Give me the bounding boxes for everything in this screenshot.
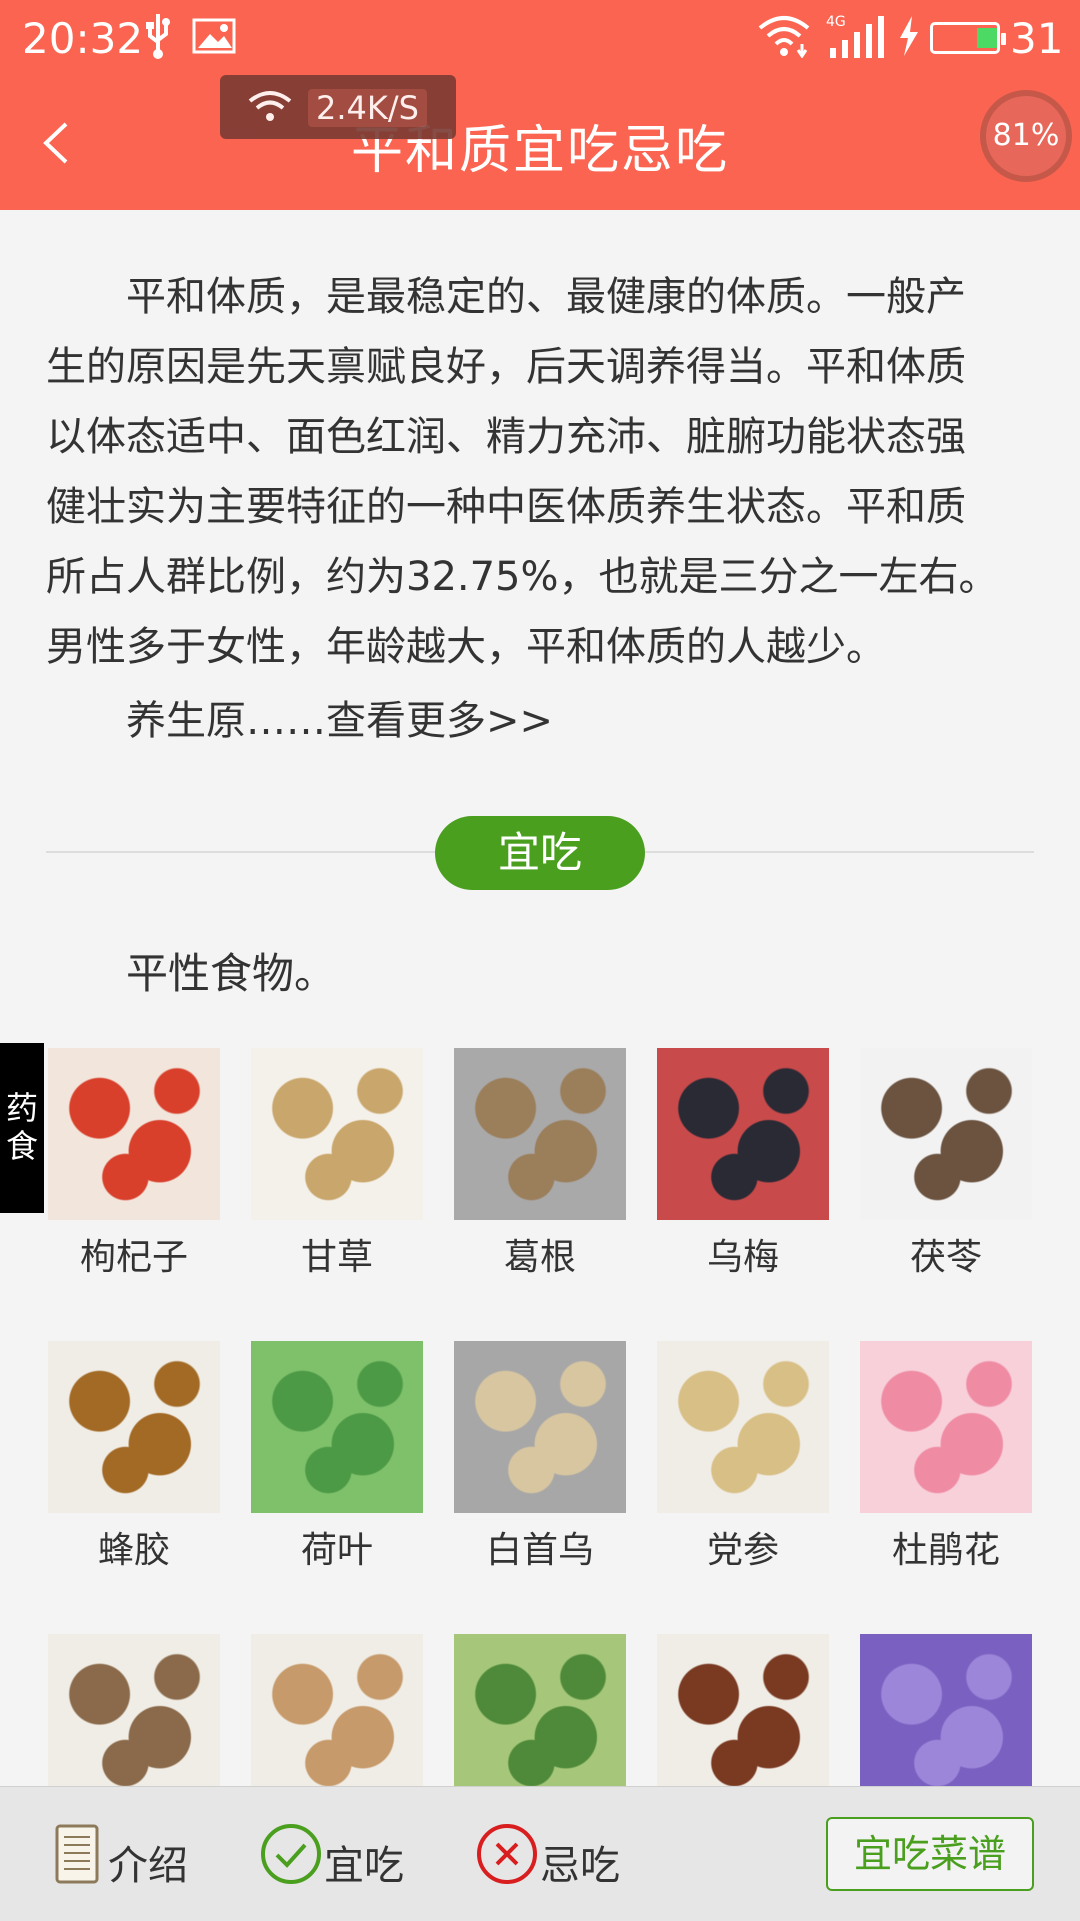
food-thumbnail xyxy=(657,1634,829,1806)
food-item[interactable] xyxy=(251,1634,423,1806)
food-name: 枸杞子 xyxy=(79,1237,188,1278)
food-thumbnail xyxy=(860,1341,1032,1513)
food-thumbnail xyxy=(454,1634,626,1806)
intro-line: 平和体质，是最稳定的、最健康的体质。一般产 xyxy=(126,274,966,320)
food-thumbnail xyxy=(860,1634,1032,1806)
image-notification-icon xyxy=(192,18,236,54)
food-item[interactable]: 白首乌 xyxy=(454,1341,626,1573)
food-item[interactable] xyxy=(657,1634,829,1806)
intro-line: 健壮实为主要特征的一种中医体质养生状态。平和质 xyxy=(46,484,966,530)
usb-icon xyxy=(146,14,170,59)
food-thumbnail xyxy=(657,1048,829,1220)
food-name: 甘草 xyxy=(300,1237,373,1278)
view-more-link[interactable]: 养生原……查看更多>> xyxy=(126,688,553,746)
food-thumbnail xyxy=(657,1341,829,1513)
nav-yichi[interactable]: 宜吃 xyxy=(260,1823,410,1889)
page-title: 平和质宜吃忌吃 xyxy=(350,121,729,181)
food-name: 党参 xyxy=(706,1530,779,1571)
battery-level: 31 xyxy=(1010,14,1064,63)
status-time: 20:32 xyxy=(22,14,144,63)
food-name: 葛根 xyxy=(503,1237,576,1278)
yichi-section-badge: 宜吃 xyxy=(435,816,645,890)
x-circle-icon xyxy=(477,1824,537,1884)
food-thumbnail xyxy=(48,1048,220,1220)
food-item[interactable]: 乌梅 xyxy=(657,1048,829,1280)
wifi-icon xyxy=(248,91,292,121)
food-item[interactable]: 党参 xyxy=(657,1341,829,1573)
food-thumbnail xyxy=(48,1341,220,1513)
bottom-navigation: 介绍 宜吃 忌吃 宜吃菜谱 xyxy=(0,1786,1080,1921)
intro-line: 所占人群比例，约为32.75%，也就是三分之一左右。 xyxy=(46,554,999,600)
food-item[interactable]: 蜂胶 xyxy=(48,1341,220,1573)
nav-jichi[interactable]: 忌吃 xyxy=(476,1823,626,1889)
yaoshi-side-tab[interactable]: 药 食 xyxy=(0,1043,44,1213)
floating-ring-widget[interactable]: 81% xyxy=(980,90,1072,182)
recipe-button[interactable]: 宜吃菜谱 xyxy=(826,1817,1034,1891)
food-name: 杜鹃花 xyxy=(891,1530,1000,1571)
food-item[interactable]: 茯苓 xyxy=(860,1048,1032,1280)
network-speed: 2.4K/S xyxy=(308,89,427,127)
food-thumbnail xyxy=(251,1634,423,1806)
food-name: 乌梅 xyxy=(706,1237,779,1278)
food-name: 荷叶 xyxy=(300,1530,373,1571)
food-thumbnail xyxy=(454,1048,626,1220)
status-bar: 20:32 4G 31 xyxy=(0,0,1080,74)
intro-line: 男性多于女性，年龄越大，平和体质的人越少。 xyxy=(46,624,886,670)
food-thumbnail xyxy=(251,1341,423,1513)
food-thumbnail xyxy=(860,1048,1032,1220)
food-item[interactable] xyxy=(454,1634,626,1806)
battery-fill xyxy=(977,28,997,48)
food-name: 茯苓 xyxy=(909,1237,982,1278)
food-item[interactable]: 荷叶 xyxy=(251,1341,423,1573)
food-thumbnail xyxy=(48,1634,220,1806)
intro-line: 生的原因是先天禀赋良好，后天调养得当。平和体质 xyxy=(46,344,966,390)
side-tab-char: 药 xyxy=(5,1089,38,1127)
food-name: 蜂胶 xyxy=(97,1530,170,1571)
food-item[interactable]: 甘草 xyxy=(251,1048,423,1280)
food-thumbnail xyxy=(251,1048,423,1220)
battery-icon xyxy=(930,22,1006,54)
food-item[interactable]: 杜鹃花 xyxy=(860,1341,1032,1573)
nav-jichi-label: 忌吃 xyxy=(540,1843,620,1889)
food-thumbnail xyxy=(454,1341,626,1513)
food-item[interactable]: 枸杞子 xyxy=(48,1048,220,1280)
check-circle-icon xyxy=(261,1824,321,1884)
side-tab-char: 食 xyxy=(5,1127,38,1165)
intro-line: 以体态适中、面色红润、精力充沛、脏腑功能状态强 xyxy=(46,414,966,460)
section-subtitle: 平性食物。 xyxy=(126,949,337,998)
food-item[interactable] xyxy=(48,1634,220,1806)
food-item[interactable] xyxy=(860,1634,1032,1806)
food-name: 白首乌 xyxy=(485,1530,594,1571)
nav-yichi-label: 宜吃 xyxy=(324,1843,404,1889)
charging-icon xyxy=(900,16,918,56)
nav-intro-label: 介绍 xyxy=(108,1843,188,1889)
intro-paragraph: 平和体质，是最稳定的、最健康的体质。一般产 生的原因是先天禀赋良好，后天调养得当… xyxy=(46,262,1016,682)
signal-icon xyxy=(830,16,884,58)
food-item[interactable]: 葛根 xyxy=(454,1048,626,1280)
document-icon xyxy=(55,1824,99,1884)
app-header: 20:32 4G 31 平和质宜吃忌吃 81% 2.4K/S xyxy=(0,0,1080,210)
wifi-icon xyxy=(758,16,810,58)
nav-intro[interactable]: 介绍 xyxy=(50,1823,200,1889)
network-speed-overlay: 2.4K/S xyxy=(220,75,456,139)
